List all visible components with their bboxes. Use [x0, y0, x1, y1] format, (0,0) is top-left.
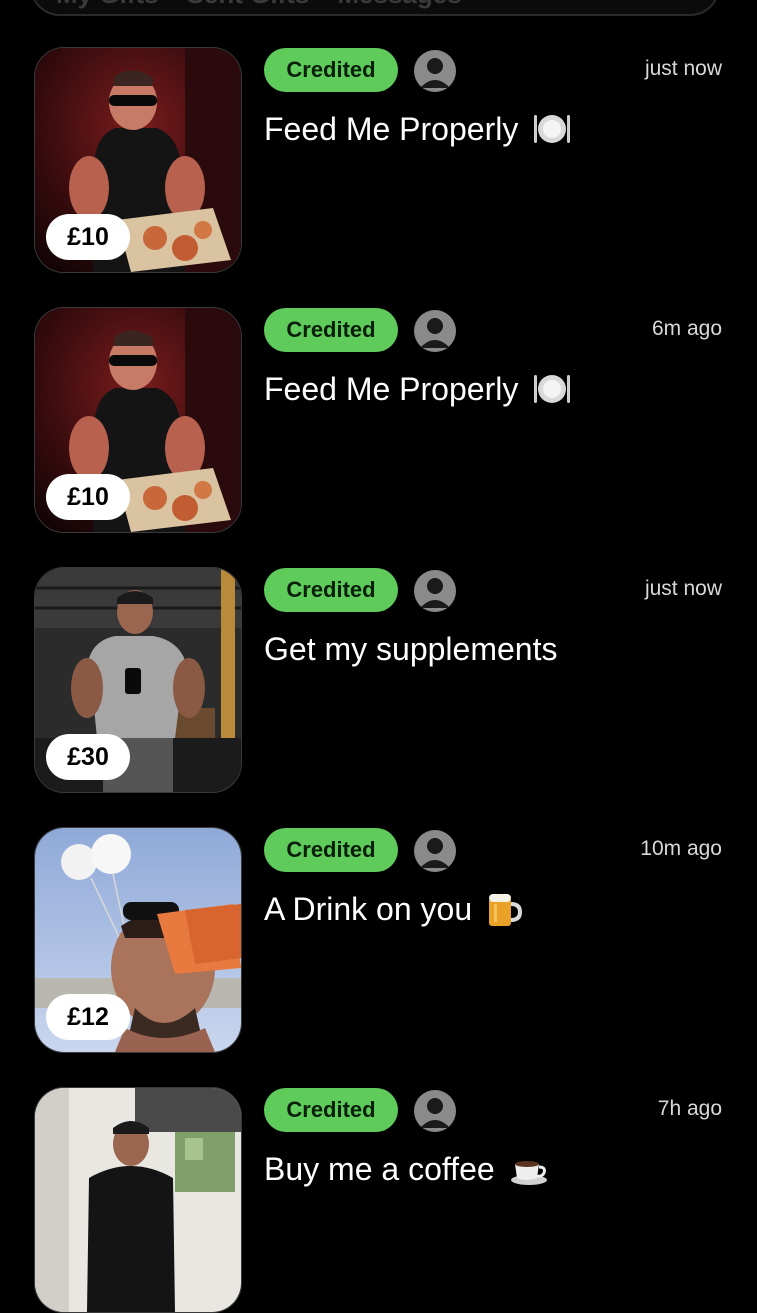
- price-badge: £10: [46, 474, 130, 520]
- gift-list-item[interactable]: £30 Credited just now Get my supplements: [0, 567, 757, 793]
- tab-sent-gifts[interactable]: Sent Gifts: [187, 0, 310, 10]
- user-avatar-icon[interactable]: [414, 830, 456, 872]
- gift-title: A Drink on you: [264, 890, 473, 927]
- timestamp: 7h ago: [657, 1097, 722, 1120]
- status-badge: Credited: [264, 568, 398, 612]
- gift-list-item[interactable]: £10 Credited just now Feed Me Properly: [0, 47, 757, 273]
- timestamp: 6m ago: [651, 317, 722, 340]
- tab-messages[interactable]: Messages: [337, 0, 461, 10]
- gift-title-row: Feed Me Properly: [264, 367, 572, 411]
- price-badge: £30: [46, 734, 130, 780]
- gift-title: Get my supplements: [264, 630, 558, 667]
- user-avatar-icon[interactable]: [414, 310, 456, 352]
- gift-title: Feed Me Properly: [264, 370, 519, 407]
- coffee-cup-icon: [509, 1152, 549, 1186]
- status-badge: Credited: [264, 828, 398, 872]
- price-badge: £10: [46, 214, 130, 260]
- gift-title: Buy me a coffee: [264, 1150, 495, 1187]
- status-badge: Credited: [264, 308, 398, 352]
- gift-list-item[interactable]: £12 Credited 10m ago A Drink on you: [0, 827, 757, 1053]
- user-avatar-icon[interactable]: [414, 50, 456, 92]
- beer-mug-icon: [486, 890, 523, 928]
- plate-cutlery-icon: [532, 372, 572, 406]
- plate-cutlery-icon: [532, 112, 572, 146]
- gift-title: Feed Me Properly: [264, 110, 519, 147]
- gift-photo: [34, 1087, 242, 1313]
- tab-my-gifts[interactable]: My Gifts: [56, 0, 159, 10]
- status-badge: Credited: [264, 1088, 398, 1132]
- timestamp: just now: [644, 57, 722, 80]
- timestamp: 10m ago: [640, 837, 722, 860]
- price-badge: £12: [46, 994, 130, 1040]
- gift-title-row: Buy me a coffee: [264, 1147, 549, 1191]
- user-avatar-icon[interactable]: [414, 1090, 456, 1132]
- gift-title-row: A Drink on you: [264, 887, 523, 931]
- status-badge: Credited: [264, 48, 398, 92]
- top-tab-bar: My Gifts Sent Gifts Messages: [30, 0, 720, 16]
- gift-list-item[interactable]: £10 Credited 6m ago Feed Me Properly: [0, 307, 757, 533]
- gift-title-row: Feed Me Properly: [264, 107, 572, 151]
- timestamp: just now: [644, 577, 722, 600]
- gift-title-row: Get my supplements: [264, 627, 557, 671]
- gift-list-item[interactable]: Credited 7h ago Buy me a coffee: [0, 1087, 757, 1313]
- user-avatar-icon[interactable]: [414, 570, 456, 612]
